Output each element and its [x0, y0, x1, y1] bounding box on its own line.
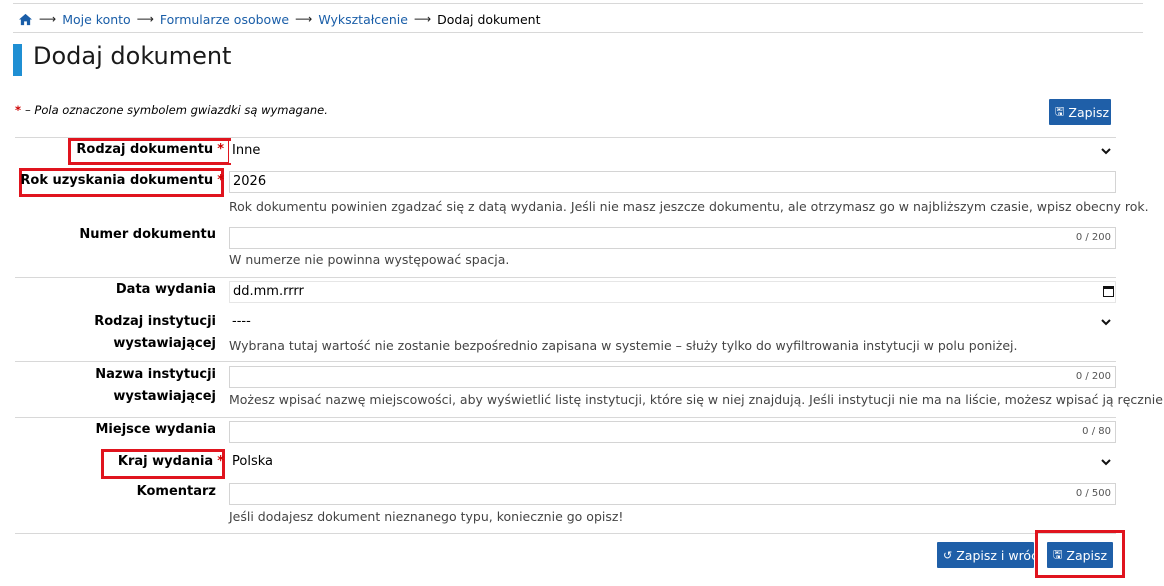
- breadcrumb: ⟶ Moje konto ⟶ Formularze osobowe ⟶ Wyks…: [18, 10, 541, 28]
- comment-help-text: Jeśli dodajesz dokument nieznanego typu,…: [229, 509, 624, 524]
- char-counter: 0 / 80: [1082, 426, 1111, 437]
- inst-type-select[interactable]: ----: [229, 312, 1116, 334]
- required-fields-note: * – Pola oznaczone symbolem gwiazdki są w…: [15, 103, 328, 117]
- doc-number-label: Numer dokumentu: [79, 227, 216, 242]
- chevron-down-icon: [1101, 459, 1111, 466]
- divider: [15, 533, 1116, 534]
- place-label: Miejsce wydania: [95, 422, 217, 437]
- inst-name-input[interactable]: 0 / 200: [229, 366, 1116, 388]
- arrow-right-icon: ⟶: [39, 12, 57, 26]
- divider: [15, 277, 1116, 278]
- home-icon[interactable]: [18, 13, 33, 26]
- title-accent-bar: [13, 44, 22, 76]
- year-input[interactable]: 2026: [229, 171, 1116, 193]
- year-label: Rok uzyskania dokumentu *: [20, 173, 224, 188]
- country-select[interactable]: Polska: [229, 452, 1116, 474]
- char-counter: 0 / 200: [1075, 232, 1111, 243]
- doc-number-help-text: W numerze nie powinna występować spacja.: [229, 252, 510, 267]
- country-label: Kraj wydania *: [117, 454, 224, 469]
- issue-date-input[interactable]: dd.mm.rrrr: [229, 281, 1116, 303]
- char-counter: 0 / 200: [1075, 371, 1111, 382]
- divider: [15, 417, 1116, 418]
- floppy-disk-icon: 🖫: [1055, 104, 1065, 118]
- issue-date-label: Data wydania: [115, 282, 216, 297]
- breadcrumb-current: Dodaj dokument: [437, 11, 541, 27]
- calendar-icon[interactable]: [1103, 286, 1114, 297]
- floppy-disk-icon: 🖫: [1053, 547, 1063, 561]
- inst-type-label: Rodzaj instytucji wystawiającej: [94, 314, 216, 351]
- breadcrumb-link-personal-forms[interactable]: Formularze osobowe: [160, 12, 289, 27]
- page-title: Dodaj dokument: [33, 42, 232, 70]
- breadcrumb-link-my-account[interactable]: Moje konto: [62, 12, 130, 27]
- doc-type-label: Rodzaj dokumentu *: [76, 142, 224, 157]
- arrow-right-icon: ⟶: [295, 12, 313, 26]
- chevron-down-icon: [1101, 319, 1111, 326]
- save-button-top[interactable]: 🖫 Zapisz: [1049, 99, 1111, 125]
- top-divider: [13, 3, 1143, 4]
- inst-name-help-text: Możesz wpisać nazwę miejscowości, aby wy…: [229, 392, 1164, 407]
- save-button-bottom[interactable]: 🖫 Zapisz: [1047, 542, 1113, 568]
- breadcrumb-divider: [13, 32, 1143, 33]
- doc-type-select[interactable]: Inne: [229, 141, 1116, 163]
- place-input[interactable]: 0 / 80: [229, 421, 1116, 443]
- char-counter: 0 / 500: [1075, 488, 1111, 499]
- undo-icon: ↺: [943, 548, 953, 562]
- inst-type-help-text: Wybrana tutaj wartość nie zostanie bezpo…: [229, 338, 1018, 353]
- doc-number-input[interactable]: 0 / 200: [229, 227, 1116, 249]
- save-and-back-button[interactable]: ↺ Zapisz i wróć: [937, 542, 1038, 568]
- comment-input[interactable]: 0 / 500: [229, 483, 1116, 505]
- required-star: *: [15, 103, 22, 117]
- year-help-text: Rok dokumentu powinien zgadzać się z dat…: [229, 199, 1149, 214]
- divider: [15, 361, 1116, 362]
- arrow-right-icon: ⟶: [136, 12, 154, 26]
- comment-label: Komentarz: [136, 484, 216, 499]
- arrow-right-icon: ⟶: [413, 12, 432, 26]
- chevron-down-icon: [1101, 148, 1111, 155]
- inst-name-label: Nazwa instytucji wystawiającej: [95, 367, 216, 404]
- breadcrumb-link-education[interactable]: Wykształcenie: [318, 12, 408, 27]
